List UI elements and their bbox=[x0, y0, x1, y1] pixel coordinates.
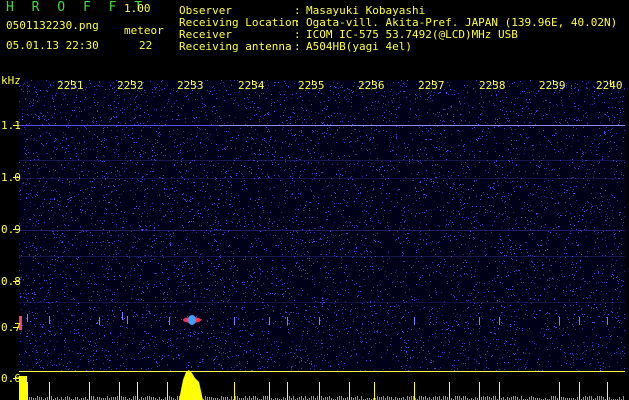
time-tick-mark bbox=[372, 80, 373, 85]
spectrogram-panel bbox=[19, 80, 625, 372]
time-tick-mark bbox=[553, 80, 554, 85]
meteor-label: meteor bbox=[124, 24, 164, 37]
freq-unit-label: kHz bbox=[1, 74, 21, 87]
time-tick-mark bbox=[610, 80, 611, 85]
freq-tick-mark bbox=[13, 125, 19, 126]
app-version: 1.00 bbox=[124, 2, 151, 15]
time-tick-mark bbox=[131, 80, 132, 85]
info-value-antenna: A504HB(yagi 4el) bbox=[306, 40, 412, 53]
capture-filename: 0501132230.png bbox=[6, 19, 99, 32]
time-tick-mark bbox=[493, 80, 494, 85]
info-colon: : bbox=[294, 40, 301, 53]
time-tick-mark bbox=[191, 80, 192, 85]
freq-tick-mark bbox=[13, 281, 19, 282]
time-tick-mark bbox=[312, 80, 313, 85]
freq-tick-mark bbox=[13, 378, 19, 379]
echo-strength-plot bbox=[19, 370, 624, 400]
freq-tick-mark bbox=[13, 177, 19, 178]
freq-tick-mark bbox=[13, 229, 19, 230]
spectrogram-canvas bbox=[19, 80, 625, 372]
capture-timestamp: 05.01.13 22:30 bbox=[6, 39, 99, 52]
time-tick-mark bbox=[71, 80, 72, 85]
info-key-antenna: Receiving antenna bbox=[179, 40, 292, 53]
freq-tick-mark bbox=[13, 327, 19, 328]
meteor-count: 22 bbox=[139, 39, 153, 52]
time-tick-mark bbox=[252, 80, 253, 85]
time-tick-mark bbox=[432, 80, 433, 85]
